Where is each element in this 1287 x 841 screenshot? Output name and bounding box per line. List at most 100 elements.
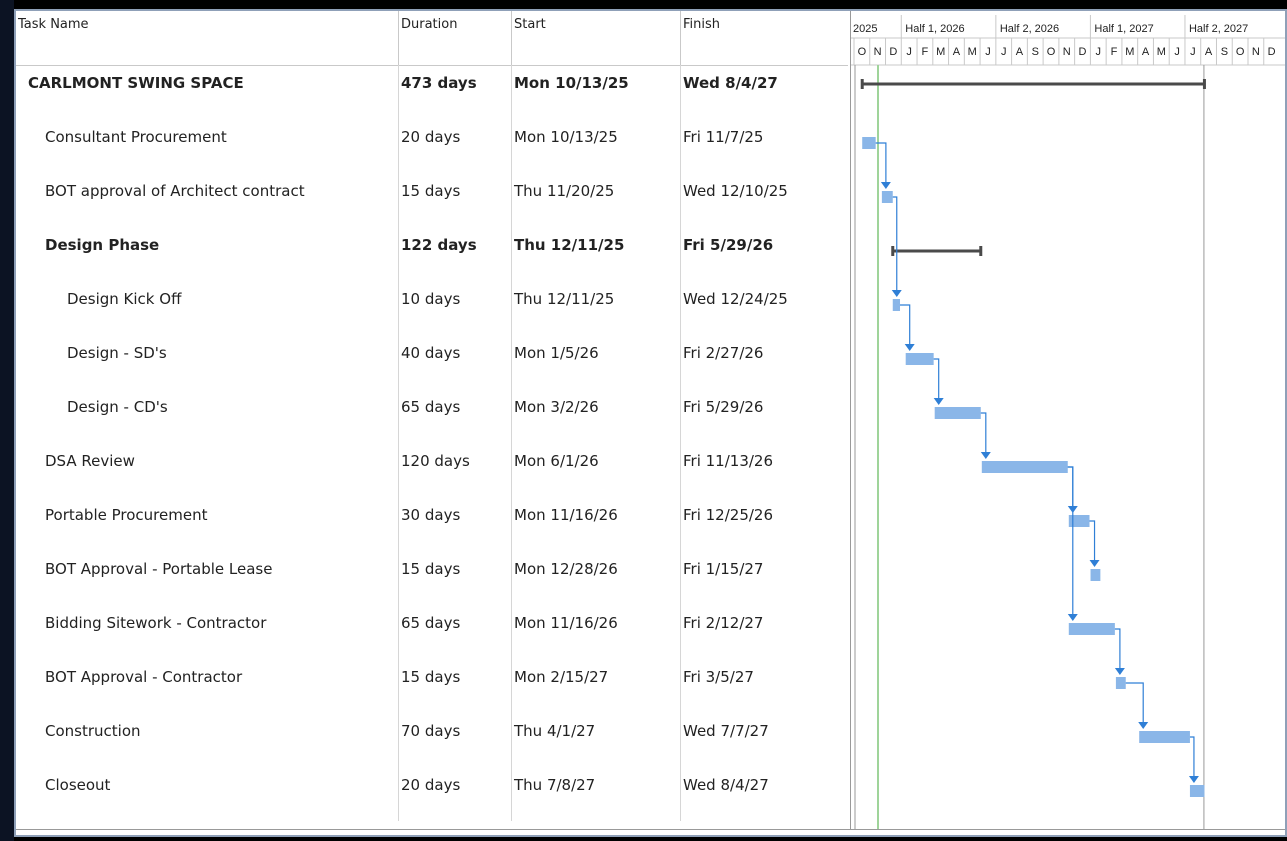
finish-cell: Wed 12/10/25 <box>683 182 788 200</box>
start-cell: Thu 12/11/25 <box>512 281 681 335</box>
task-bar <box>981 461 1068 473</box>
duration-cell: 30 days <box>399 497 512 551</box>
task-name-header[interactable]: Task Name <box>16 11 399 65</box>
task-name-cell: Design - SD's <box>16 335 399 389</box>
task-bar <box>1115 677 1126 689</box>
start-cell: Thu 11/20/25 <box>512 173 681 227</box>
finish-header[interactable]: Finish <box>681 11 848 65</box>
duration-cell: 10 days <box>399 281 512 335</box>
task-name-cell: DSA Review <box>16 443 399 497</box>
finish-cell: Fri 2/12/27 <box>683 614 764 632</box>
month-label: D <box>1079 46 1087 58</box>
task-name-cell: Design Kick Off <box>16 281 399 335</box>
finish-cell: Fri 12/25/26 <box>683 506 774 524</box>
month-label: J <box>1001 46 1007 58</box>
dependency-arrow <box>1114 668 1125 675</box>
start-cell: Mon 12/28/26 <box>512 551 681 605</box>
dependency-link <box>933 358 940 403</box>
dependency-arrow <box>980 452 991 459</box>
task-row[interactable]: Design - SD's 40 days Mon 1/5/26 Fri 2/27/2… <box>16 335 848 389</box>
task-name-cell: Closeout <box>16 767 399 821</box>
gantt-chart: 2025 Half 1, 2026 Half 2, 2026 Half 1, 2027… <box>850 11 1285 835</box>
finish-cell: Wed 8/4/27 <box>683 776 769 794</box>
dependency-link <box>1067 466 1074 511</box>
timescale-label: Half 1, 2026 <box>905 23 964 35</box>
month-label: M <box>968 46 977 58</box>
finish-cell: Wed 7/7/27 <box>683 722 769 740</box>
task-row[interactable]: Bidding Sitework - Contractor 65 days Mon … <box>16 605 848 659</box>
timescale-label: Half 2, 2026 <box>1000 23 1059 35</box>
finish-cell: Fri 1/15/27 <box>683 560 764 578</box>
start-cell: Thu 4/1/27 <box>512 713 681 767</box>
month-label: O <box>1236 46 1245 58</box>
task-name-cell: Construction <box>16 713 399 767</box>
timescale-label: 2025 <box>853 23 877 35</box>
month-label: A <box>1142 46 1150 58</box>
task-row[interactable]: Design Phase 122 days Thu 12/11/25 Fri 5/29… <box>16 227 848 281</box>
dependency-arrow <box>1089 560 1100 567</box>
task-bar <box>1090 569 1101 581</box>
task-name-cell: BOT approval of Architect contract <box>16 173 399 227</box>
start-cell: Thu 12/11/25 <box>512 227 681 281</box>
task-bar <box>1068 623 1115 635</box>
dependency-arrow <box>1188 776 1199 783</box>
task-bar <box>881 191 893 203</box>
duration-cell: 473 days <box>399 65 512 119</box>
task-name-cell: BOT Approval - Portable Lease <box>16 551 399 605</box>
duration-cell: 65 days <box>399 605 512 659</box>
task-row[interactable]: Closeout 20 days Thu 7/8/27 Wed 8/4/27 <box>16 767 848 821</box>
gantt-view: Task Name Duration Start Finish CARLMONT… <box>14 9 1287 837</box>
task-row[interactable]: DSA Review 120 days Mon 6/1/26 Fri 11/13/26 <box>16 443 848 497</box>
task-name-cell: Portable Procurement <box>16 497 399 551</box>
task-bar <box>1068 515 1090 527</box>
dependency-link <box>1089 520 1096 565</box>
task-name-cell: Design - CD's <box>16 389 399 443</box>
finish-cell: Fri 5/29/26 <box>683 236 774 254</box>
duration-cell: 20 days <box>399 767 512 821</box>
month-label: F <box>922 46 929 58</box>
scroll-area <box>16 829 1285 835</box>
month-label: D <box>889 46 897 58</box>
task-row[interactable]: Design - CD's 65 days Mon 3/2/26 Fri 5/29/2… <box>16 389 848 443</box>
month-label: J <box>906 46 912 58</box>
month-label: D <box>1268 46 1276 58</box>
duration-header[interactable]: Duration <box>399 11 512 65</box>
dependency-arrow <box>1067 614 1078 621</box>
task-row[interactable]: BOT Approval - Contractor 15 days Mon 2/15… <box>16 659 848 713</box>
task-row[interactable]: CARLMONT SWING SPACE 473 days Mon 10/13/25… <box>16 65 848 119</box>
timescale-label: Half 2, 2027 <box>1189 23 1248 35</box>
month-label: N <box>874 46 882 58</box>
start-cell: Thu 7/8/27 <box>512 767 681 821</box>
month-label: J <box>1096 46 1102 58</box>
task-row[interactable]: Design Kick Off 10 days Thu 12/11/25 Wed 12… <box>16 281 848 335</box>
task-name-cell: CARLMONT SWING SPACE <box>16 65 399 119</box>
month-label: J <box>1174 46 1180 58</box>
month-label: A <box>953 46 961 58</box>
task-row[interactable]: BOT Approval - Portable Lease 15 days Mon … <box>16 551 848 605</box>
task-bar <box>892 299 901 311</box>
month-label: M <box>936 46 945 58</box>
dependency-link <box>980 412 987 457</box>
task-row[interactable]: Consultant Procurement 20 days Mon 10/13/2… <box>16 119 848 173</box>
month-label: O <box>858 46 867 58</box>
start-cell: Mon 1/5/26 <box>512 335 681 389</box>
finish-cell: Fri 11/7/25 <box>683 128 764 146</box>
finish-cell: Fri 11/13/26 <box>683 452 774 470</box>
task-name-cell: Consultant Procurement <box>16 119 399 173</box>
task-row[interactable]: Construction 70 days Thu 4/1/27 Wed 7/7/27 <box>16 713 848 767</box>
duration-cell: 120 days <box>399 443 512 497</box>
dependency-link <box>1189 736 1195 781</box>
duration-cell: 122 days <box>399 227 512 281</box>
task-row[interactable]: Portable Procurement 30 days Mon 11/16/26 F… <box>16 497 848 551</box>
duration-cell: 65 days <box>399 389 512 443</box>
task-row[interactable]: BOT approval of Architect contract 15 day… <box>16 173 848 227</box>
month-label: A <box>1205 46 1213 58</box>
window-edge <box>0 0 14 841</box>
column-header-row: Task Name Duration Start Finish <box>16 11 848 66</box>
duration-cell: 70 days <box>399 713 512 767</box>
start-header[interactable]: Start <box>512 11 681 65</box>
month-label: O <box>1047 46 1056 58</box>
start-cell: Mon 10/13/25 <box>512 65 681 119</box>
duration-cell: 20 days <box>399 119 512 173</box>
month-label: F <box>1111 46 1118 58</box>
